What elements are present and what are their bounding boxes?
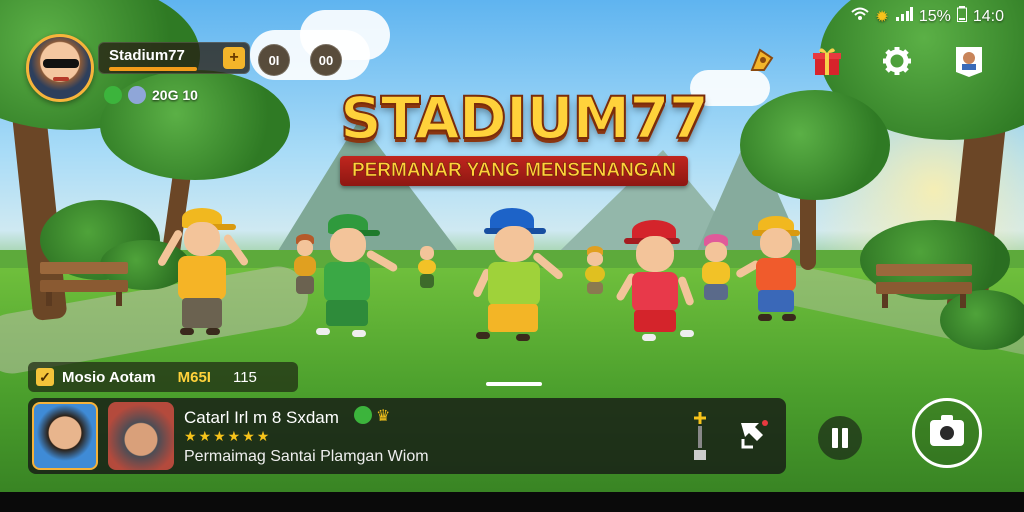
pause-bar — [842, 428, 848, 448]
tree-canopy — [740, 90, 890, 200]
quest-panel[interactable]: ✓ Mosio Aotam M65I 115 — [28, 362, 298, 392]
gift-icon[interactable] — [810, 44, 844, 78]
system-status-bar: ✹ 15% 14:0 — [851, 6, 1004, 27]
player-avatar-headset[interactable] — [108, 402, 174, 470]
character-small — [290, 234, 320, 298]
pause-button[interactable] — [818, 416, 862, 460]
game-title: STADIUM77 — [339, 84, 710, 152]
chat-title-icons: ♛ — [354, 406, 390, 426]
chat-bubble-icon — [354, 406, 372, 424]
rating-stars: ★★★★★★ — [184, 428, 272, 444]
share-icon[interactable] — [732, 412, 776, 456]
player-name: Stadium77 — [109, 47, 185, 64]
avatar-mouth — [53, 77, 69, 81]
rocket-icon[interactable] — [744, 44, 778, 78]
check-icon: ✓ — [36, 368, 54, 386]
battery-percent: 15% — [918, 7, 951, 25]
character-yellow-cap — [156, 208, 250, 342]
quest-label: Mosio Aotam — [62, 368, 156, 386]
camera-icon — [930, 415, 964, 446]
character-blue-cap — [472, 208, 565, 348]
sun-icon: ✹ — [875, 8, 889, 26]
park-bench — [876, 264, 972, 308]
clock-time: 14:0 — [972, 7, 1004, 25]
player-sub-info: 20G 10 — [104, 86, 198, 104]
gem-icon — [104, 86, 122, 104]
quest-value-1: M65I — [177, 368, 211, 386]
character-small — [582, 246, 608, 296]
bottom-edge — [0, 492, 1024, 512]
park-bench — [40, 262, 128, 306]
bottom-chat-bar: Catarl Irl m 8 Sxdam ♛ ★★★★★★ Permaimag … — [28, 398, 786, 474]
game-subtitle: PERMANAR YANG MENSENANGAN — [351, 160, 677, 182]
quest-value-2: 115 — [232, 368, 257, 386]
character-red-cap — [615, 220, 702, 348]
chat-subtitle: Permaimag Santai Plamgan Wiom — [184, 448, 429, 465]
camera-button[interactable] — [912, 398, 982, 468]
add-button[interactable]: + — [223, 47, 245, 69]
gems-badge[interactable]: 00 — [310, 44, 342, 76]
character-orange-cap — [734, 216, 812, 326]
crown-icon: ♛ — [376, 408, 391, 425]
chat-title: Catarl Irl m 8 Sxdam — [184, 408, 339, 427]
gear-icon[interactable] — [880, 44, 914, 78]
character-green-cap — [312, 214, 399, 342]
battery-icon — [956, 6, 967, 27]
profile-card-icon[interactable] — [952, 44, 986, 78]
sunglasses — [43, 59, 79, 68]
player-name-panel: Stadium77 + — [98, 42, 250, 74]
currency-badge[interactable]: 0I — [258, 44, 290, 76]
signal-icon — [895, 7, 913, 26]
slider-icon[interactable] — [690, 410, 710, 462]
xp-bar — [109, 67, 197, 71]
home-indicator[interactable] — [486, 382, 542, 386]
character-small — [416, 246, 438, 290]
player-avatar[interactable] — [26, 34, 94, 102]
pause-bar — [832, 428, 838, 448]
subtitle-ribbon: PERMANAR YANG MENSENANGAN — [340, 156, 688, 186]
wifi-icon — [851, 7, 870, 26]
character-small — [696, 234, 736, 304]
coin-icon — [128, 86, 146, 104]
player-sub-value: 20G 10 — [152, 87, 198, 103]
friend-avatar[interactable] — [32, 402, 98, 470]
